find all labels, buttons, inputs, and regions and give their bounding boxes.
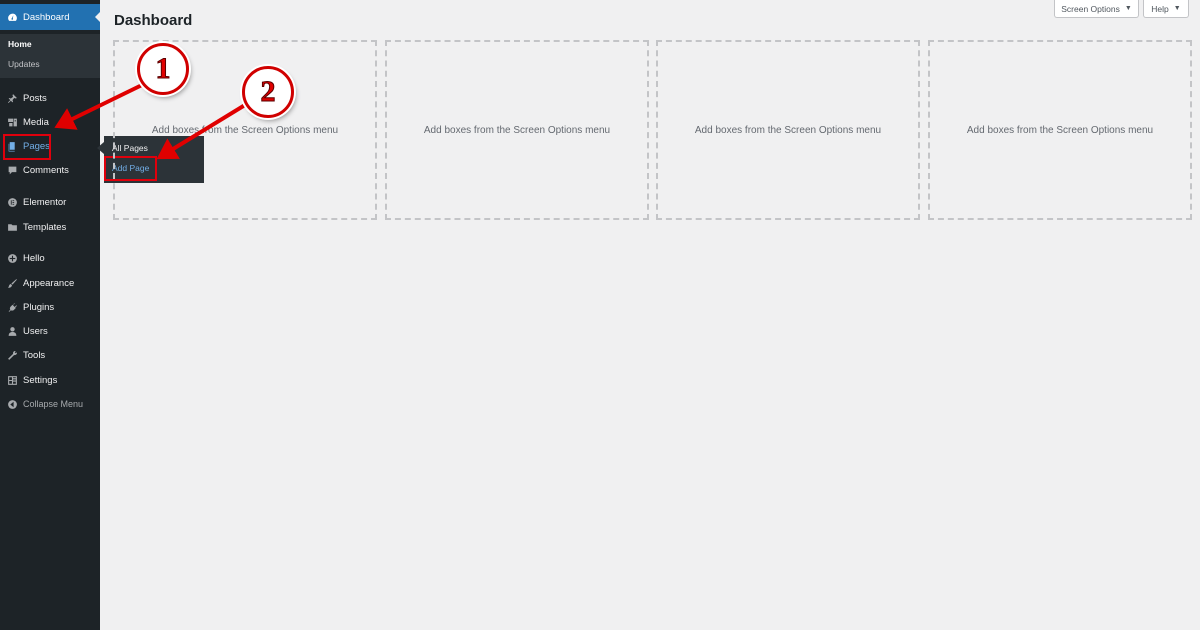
sidebar-item-plugins[interactable]: Plugins	[0, 295, 100, 319]
collapse-menu-button[interactable]: Collapse Menu	[0, 392, 100, 416]
admin-sidebar: Dashboard Home Updates Posts Media Pages…	[0, 0, 100, 630]
users-icon	[6, 325, 18, 337]
empty-box-message: Add boxes from the Screen Options menu	[694, 125, 882, 136]
dashboard-widget-area[interactable]: Add boxes from the Screen Options menu	[928, 40, 1192, 220]
sidebar-item-label: Hello	[23, 252, 45, 264]
pin-icon	[6, 92, 18, 104]
empty-box-message: Add boxes from the Screen Options menu	[966, 125, 1154, 136]
sidebar-item-elementor[interactable]: Elementor	[0, 190, 100, 214]
sidebar-item-label: Media	[23, 116, 49, 128]
brush-icon	[6, 277, 18, 289]
sidebar-item-label: Users	[23, 325, 48, 337]
submenu-home-link[interactable]: Home	[8, 39, 32, 49]
sidebar-item-media[interactable]: Media	[0, 110, 100, 134]
sidebar-item-posts[interactable]: Posts	[0, 86, 100, 110]
wrench-icon	[6, 349, 18, 361]
pages-highlight-box	[3, 134, 51, 160]
dashboard-icon	[6, 11, 18, 23]
sidebar-item-appearance[interactable]: Appearance	[0, 271, 100, 295]
page-title: Dashboard	[114, 12, 193, 29]
empty-box-message: Add boxes from the Screen Options menu	[151, 125, 339, 136]
sidebar-item-label: Plugins	[23, 301, 55, 313]
sidebar-item-tools[interactable]: Tools	[0, 343, 100, 367]
screen-options-label: Screen Options	[1061, 3, 1120, 14]
caret-down-icon: ▼	[1124, 5, 1132, 12]
elementor-icon	[6, 196, 18, 208]
screen-options-button[interactable]: Screen Options ▼	[1054, 0, 1139, 18]
sidebar-item-users[interactable]: Users	[0, 319, 100, 343]
step-2-number: 2	[260, 75, 276, 109]
sidebar-item-hello[interactable]: Hello	[0, 246, 100, 270]
help-label: Help	[1151, 3, 1169, 14]
caret-down-icon: ▼	[1173, 5, 1181, 12]
step-1-number: 1	[155, 52, 171, 86]
sidebar-item-dashboard[interactable]: Dashboard	[0, 4, 100, 30]
sidebar-item-label: Elementor	[23, 196, 67, 208]
step-2-marker: 2	[242, 66, 294, 118]
comments-icon	[6, 164, 18, 176]
submenu-updates-link[interactable]: Updates	[8, 59, 40, 69]
dashboard-widget-area[interactable]: Add boxes from the Screen Options menu	[656, 40, 920, 220]
folder-icon	[6, 221, 18, 233]
sidebar-item-label: Comments	[23, 164, 69, 176]
sidebar-item-label: Posts	[23, 92, 47, 104]
dashboard-widget-area[interactable]: Add boxes from the Screen Options menu	[385, 40, 649, 220]
plug-icon	[6, 301, 18, 313]
empty-box-message: Add boxes from the Screen Options menu	[423, 125, 611, 136]
sidebar-item-label: Tools	[23, 349, 46, 361]
sidebar-item-label: Dashboard	[23, 11, 70, 23]
sidebar-item-comments[interactable]: Comments	[0, 158, 100, 182]
sidebar-item-templates[interactable]: Templates	[0, 215, 100, 239]
media-icon	[6, 116, 18, 128]
step-1-marker: 1	[137, 43, 189, 95]
help-button[interactable]: Help ▼	[1143, 0, 1189, 18]
sidebar-item-label: Settings	[23, 374, 58, 386]
sidebar-item-label: Appearance	[23, 277, 75, 289]
sidebar-item-settings[interactable]: Settings	[0, 368, 100, 392]
sidebar-item-label: Collapse Menu	[23, 399, 84, 409]
collapse-icon	[6, 398, 18, 410]
settings-icon	[6, 374, 18, 386]
sidebar-item-label: Templates	[23, 221, 67, 233]
plus-circle-icon	[6, 252, 18, 264]
